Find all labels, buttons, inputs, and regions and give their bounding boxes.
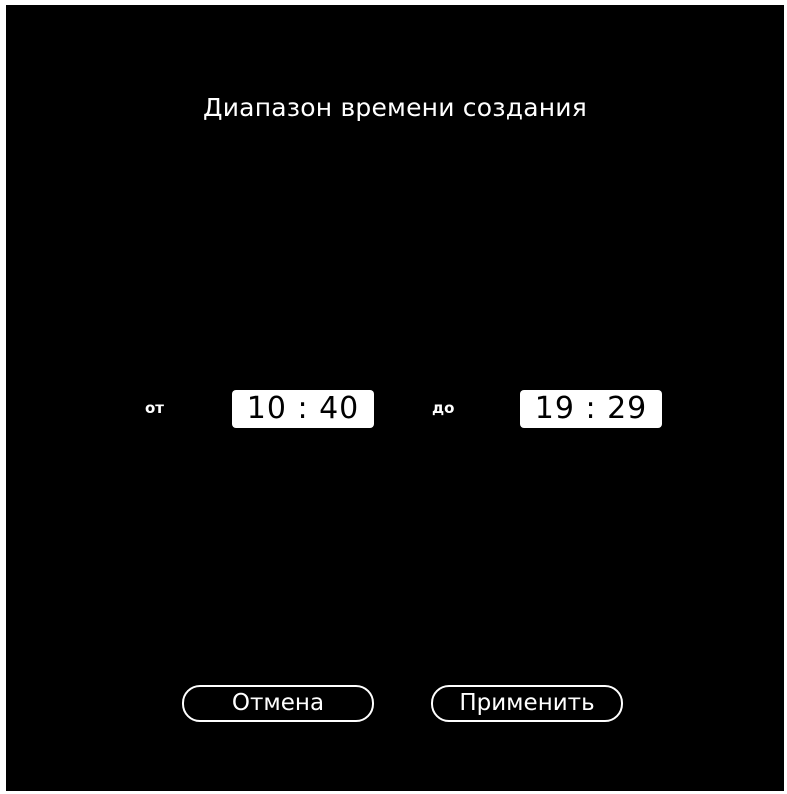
to-time-field[interactable]: 19 : 29	[520, 390, 662, 428]
from-time-field[interactable]: 10 : 40	[232, 390, 374, 428]
to-label: до	[432, 399, 455, 417]
time-range-dialog: Диапазон времени создания от 10 : 40 до …	[6, 5, 784, 791]
dialog-title: Диапазон времени создания	[203, 93, 587, 122]
from-label: от	[145, 399, 164, 417]
apply-button[interactable]: Применить	[431, 685, 623, 722]
cancel-button[interactable]: Отмена	[182, 685, 374, 722]
